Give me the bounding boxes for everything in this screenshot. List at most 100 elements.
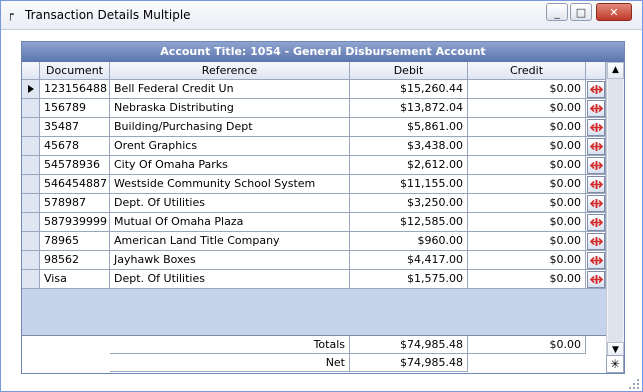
table-row[interactable]: 78965 American Land Title Company $960.00 $… bbox=[22, 232, 606, 251]
red-arrow-split-icon[interactable] bbox=[587, 252, 605, 269]
table-row[interactable]: Visa Dept. Of Utilities $1,575.00 $0.00 bbox=[22, 270, 606, 289]
credit-cell[interactable]: $0.00 bbox=[468, 118, 586, 137]
table-row[interactable]: 35487 Building/Purchasing Dept $5,861.00 $0… bbox=[22, 118, 606, 137]
row-action-cell bbox=[586, 194, 606, 213]
reference-cell[interactable]: Building/Purchasing Dept bbox=[110, 118, 350, 137]
vertical-scrollbar[interactable]: ▲ ▼ bbox=[606, 62, 624, 373]
document-cell[interactable]: 123156488 bbox=[40, 80, 110, 99]
credit-cell[interactable]: $0.00 bbox=[468, 194, 586, 213]
red-arrow-split-icon[interactable] bbox=[587, 195, 605, 212]
debit-cell[interactable]: $4,417.00 bbox=[350, 251, 468, 270]
row-selector[interactable] bbox=[22, 251, 40, 270]
column-header-document[interactable]: Document bbox=[40, 62, 110, 80]
resize-grip-icon[interactable] bbox=[627, 377, 640, 390]
column-header-debit[interactable]: Debit bbox=[350, 62, 468, 80]
scroll-up-icon[interactable]: ▲ bbox=[607, 62, 624, 79]
credit-cell[interactable]: $0.00 bbox=[468, 213, 586, 232]
table-row[interactable]: 587939999 Mutual Of Omaha Plaza $12,585.00… bbox=[22, 213, 606, 232]
table-row[interactable]: 156789 Nebraska Distributing $13,872.04 $0.… bbox=[22, 99, 606, 118]
table-row[interactable]: 54578936 City Of Omaha Parks $2,612.00 $0.0… bbox=[22, 156, 606, 175]
row-selector[interactable] bbox=[22, 137, 40, 156]
row-selector[interactable] bbox=[22, 175, 40, 194]
reference-cell[interactable]: Dept. Of Utilities bbox=[110, 270, 350, 289]
red-arrow-split-icon[interactable] bbox=[587, 233, 605, 250]
column-header-credit[interactable]: Credit bbox=[468, 62, 586, 80]
credit-cell[interactable]: $0.00 bbox=[468, 80, 586, 99]
credit-cell[interactable]: $0.00 bbox=[468, 137, 586, 156]
debit-cell[interactable]: $13,872.04 bbox=[350, 99, 468, 118]
document-cell[interactable]: Visa bbox=[40, 270, 110, 289]
debit-cell[interactable]: $11,155.00 bbox=[350, 175, 468, 194]
row-selector[interactable] bbox=[22, 118, 40, 137]
window-app-icon: ┍ bbox=[7, 8, 14, 21]
red-arrow-split-icon[interactable] bbox=[587, 100, 605, 117]
transaction-grid: Account Title: 1054 - General Disburseme… bbox=[21, 41, 625, 374]
debit-cell[interactable]: $12,585.00 bbox=[350, 213, 468, 232]
table-row[interactable]: 123156488 Bell Federal Credit Un $15,260.4… bbox=[22, 80, 606, 99]
document-cell[interactable]: 54578936 bbox=[40, 156, 110, 175]
scroll-thumb[interactable] bbox=[608, 79, 623, 342]
row-action-cell bbox=[586, 213, 606, 232]
document-cell[interactable]: 78965 bbox=[40, 232, 110, 251]
credit-cell[interactable]: $0.00 bbox=[468, 251, 586, 270]
row-selector[interactable] bbox=[22, 80, 40, 99]
reference-cell[interactable]: American Land Title Company bbox=[110, 232, 350, 251]
reference-cell[interactable]: Westside Community School System bbox=[110, 175, 350, 194]
table-row[interactable]: 45678 Orent Graphics $3,438.00 $0.00 bbox=[22, 137, 606, 156]
reference-cell[interactable]: Orent Graphics bbox=[110, 137, 350, 156]
credit-cell[interactable]: $0.00 bbox=[468, 99, 586, 118]
reference-cell[interactable]: Mutual Of Omaha Plaza bbox=[110, 213, 350, 232]
debit-cell[interactable]: $1,575.00 bbox=[350, 270, 468, 289]
transaction-details-window: ┍ Transaction Details Multiple _ □ ✕ Acc… bbox=[0, 0, 643, 392]
document-cell[interactable]: 45678 bbox=[40, 137, 110, 156]
document-cell[interactable]: 578987 bbox=[40, 194, 110, 213]
row-selector[interactable] bbox=[22, 194, 40, 213]
document-cell[interactable]: 546454887 bbox=[40, 175, 110, 194]
reference-cell[interactable]: Nebraska Distributing bbox=[110, 99, 350, 118]
table-row[interactable]: 578987 Dept. Of Utilities $3,250.00 $0.00 bbox=[22, 194, 606, 213]
red-arrow-split-icon[interactable] bbox=[587, 214, 605, 231]
column-header-reference[interactable]: Reference bbox=[110, 62, 350, 80]
debit-cell[interactable]: $5,861.00 bbox=[350, 118, 468, 137]
debit-cell[interactable]: $15,260.44 bbox=[350, 80, 468, 99]
window-title: Transaction Details Multiple bbox=[25, 8, 191, 22]
totals-debit: $74,985.48 bbox=[350, 336, 468, 354]
close-button[interactable]: ✕ bbox=[596, 3, 632, 21]
credit-cell[interactable]: $0.00 bbox=[468, 232, 586, 251]
red-arrow-split-icon[interactable] bbox=[587, 138, 605, 155]
row-selector[interactable] bbox=[22, 156, 40, 175]
totals-credit: $0.00 bbox=[468, 336, 586, 354]
table-row[interactable]: 98562 Jayhawk Boxes $4,417.00 $0.00 bbox=[22, 251, 606, 270]
minimize-button[interactable]: _ bbox=[546, 3, 568, 21]
row-selector[interactable] bbox=[22, 213, 40, 232]
document-cell[interactable]: 587939999 bbox=[40, 213, 110, 232]
maximize-button[interactable]: □ bbox=[570, 3, 592, 21]
row-selector[interactable] bbox=[22, 270, 40, 289]
credit-cell[interactable]: $0.00 bbox=[468, 156, 586, 175]
reference-cell[interactable]: Dept. Of Utilities bbox=[110, 194, 350, 213]
debit-cell[interactable]: $2,612.00 bbox=[350, 156, 468, 175]
reference-cell[interactable]: Jayhawk Boxes bbox=[110, 251, 350, 270]
new-row-marker[interactable]: ✳ bbox=[606, 355, 624, 373]
row-selector[interactable] bbox=[22, 99, 40, 118]
document-cell[interactable]: 156789 bbox=[40, 99, 110, 118]
table-row[interactable]: 546454887 Westside Community School Syste… bbox=[22, 175, 606, 194]
debit-cell[interactable]: $3,438.00 bbox=[350, 137, 468, 156]
debit-cell[interactable]: $960.00 bbox=[350, 232, 468, 251]
red-arrow-split-icon[interactable] bbox=[587, 81, 605, 98]
red-arrow-split-icon[interactable] bbox=[587, 157, 605, 174]
credit-cell[interactable]: $0.00 bbox=[468, 175, 586, 194]
reference-cell[interactable]: Bell Federal Credit Un bbox=[110, 80, 350, 99]
reference-cell[interactable]: City Of Omaha Parks bbox=[110, 156, 350, 175]
debit-cell[interactable]: $3,250.00 bbox=[350, 194, 468, 213]
row-selector[interactable] bbox=[22, 232, 40, 251]
credit-cell[interactable]: $0.00 bbox=[468, 270, 586, 289]
red-arrow-split-icon[interactable] bbox=[587, 271, 605, 288]
red-arrow-split-icon[interactable] bbox=[587, 176, 605, 193]
row-action-cell bbox=[586, 232, 606, 251]
account-title-caption: Account Title: 1054 - General Disburseme… bbox=[22, 42, 624, 62]
document-cell[interactable]: 35487 bbox=[40, 118, 110, 137]
document-cell[interactable]: 98562 bbox=[40, 251, 110, 270]
red-arrow-split-icon[interactable] bbox=[587, 119, 605, 136]
current-row-pointer-icon bbox=[28, 85, 34, 93]
